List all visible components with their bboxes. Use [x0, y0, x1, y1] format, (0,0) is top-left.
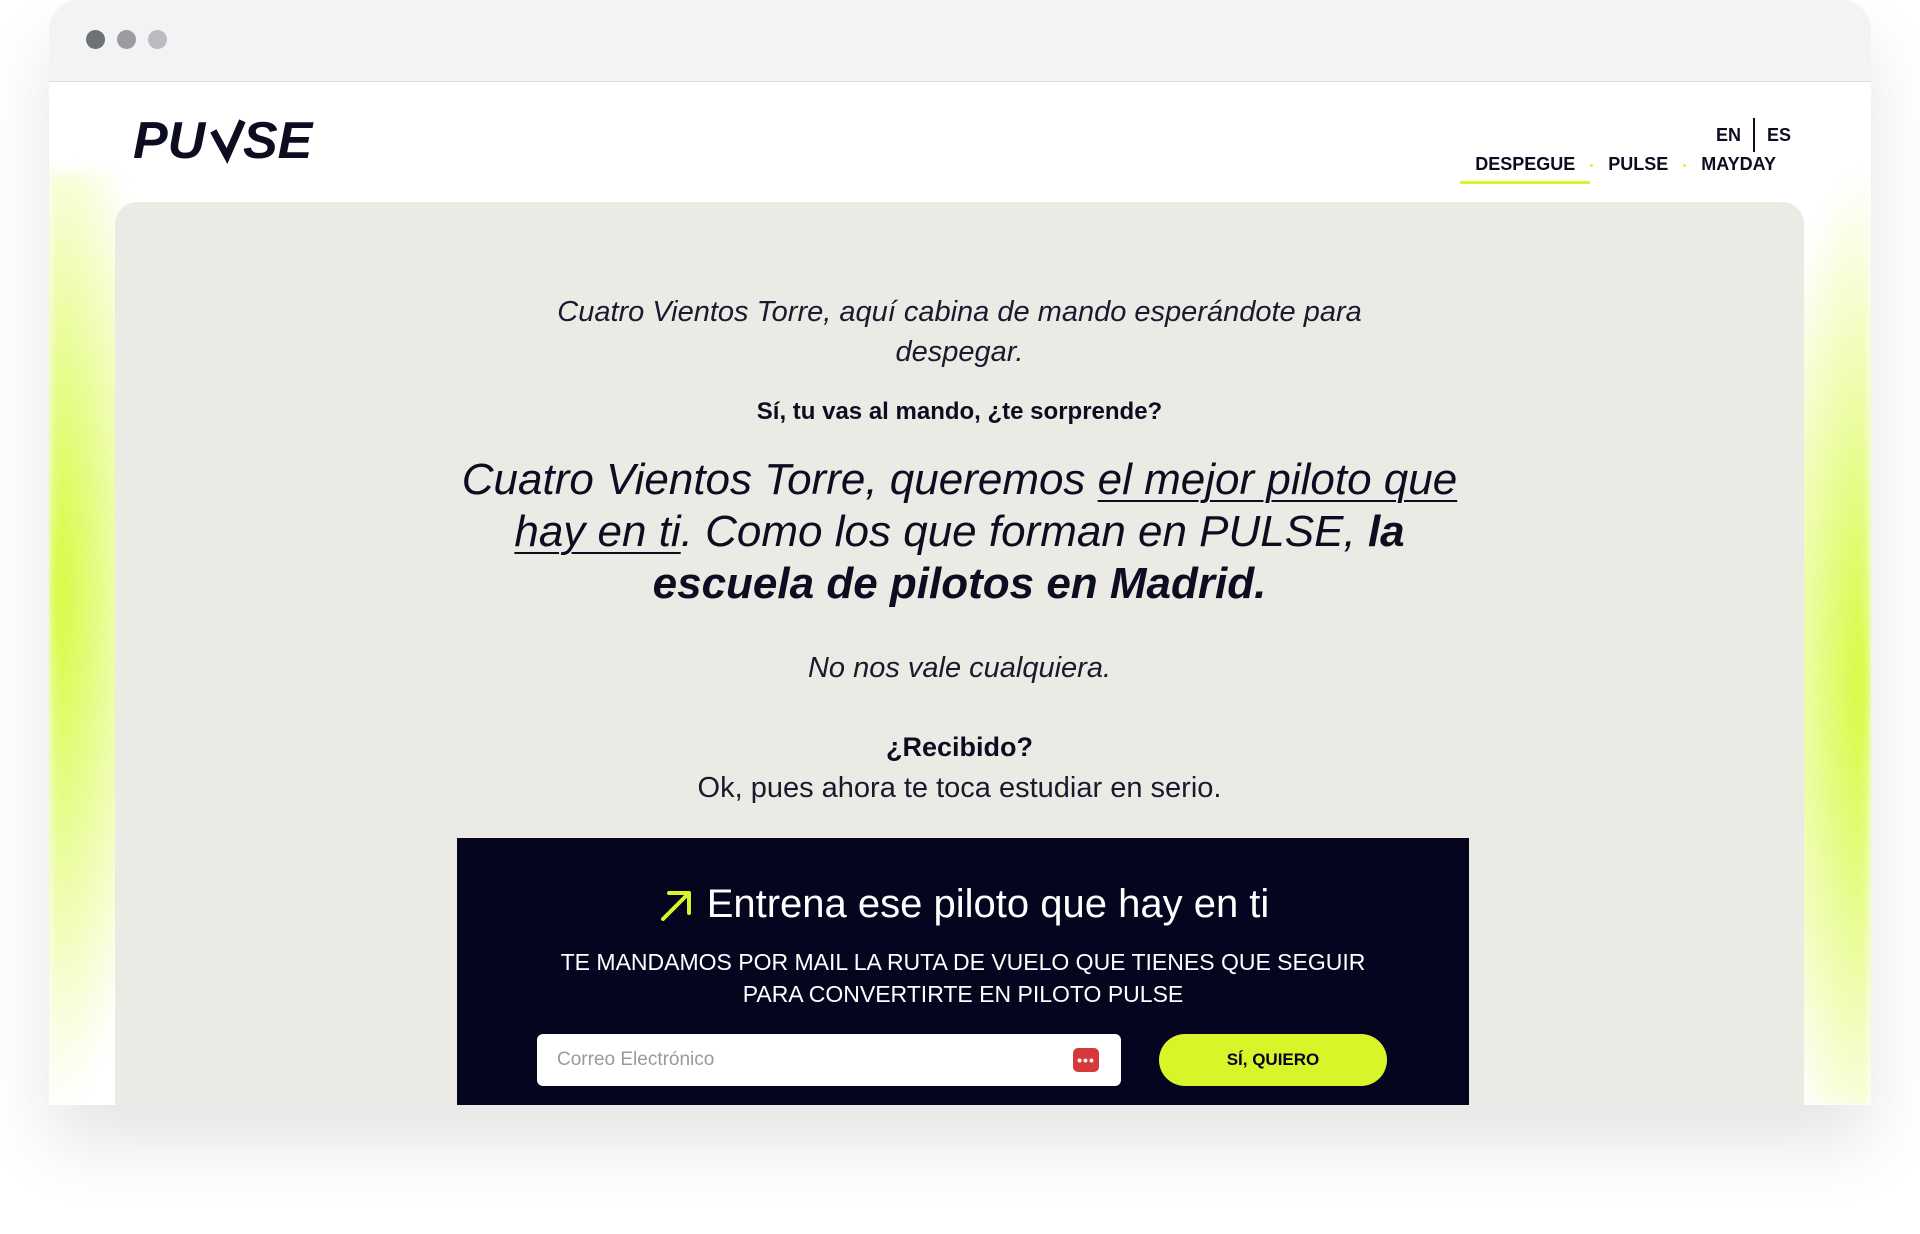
hero-recibido: ¿Recibido?	[886, 732, 1033, 762]
headline-part-2: . Como los que forman en PULSE,	[680, 507, 1368, 556]
window-maximize-dot[interactable]	[148, 30, 167, 49]
email-input[interactable]	[537, 1034, 1077, 1086]
headline-part-1: Cuatro Vientos Torre, queremos	[461, 455, 1098, 504]
browser-window: PU SE EN ES DESPEGUE PULSE MAYDAY Cuatro…	[49, 0, 1871, 1105]
subscribe-button[interactable]: SÍ, QUIERO	[1159, 1034, 1387, 1086]
hero-no-vale: No nos vale cualquiera.	[807, 652, 1112, 684]
window-close-dot[interactable]	[86, 30, 105, 49]
arrow-up-right-icon	[660, 890, 691, 921]
email-field-wrapper: •••	[537, 1034, 1121, 1086]
main-nav: DESPEGUE PULSE MAYDAY	[1460, 154, 1791, 184]
cta-subtitle: TE MANDAMOS POR MAIL LA RUTA DE VUELO QU…	[560, 949, 1366, 1007]
lang-en-link[interactable]: EN	[1716, 125, 1741, 146]
nav-item-pulse[interactable]: PULSE	[1593, 154, 1683, 184]
cta-title-row: Entrena ese piloto que hay en ti	[457, 882, 1469, 927]
password-manager-icon[interactable]: •••	[1073, 1048, 1099, 1072]
signup-cta-box: Entrena ese piloto que hay en ti TE MAND…	[457, 838, 1469, 1105]
lang-separator	[1752, 118, 1755, 152]
hero-estudiar: Ok, pues ahora te toca estudiar en serio…	[697, 772, 1222, 804]
hero-card: Cuatro Vientos Torre, aquí cabina de man…	[115, 202, 1804, 1105]
cta-title: Entrena ese piloto que hay en ti	[706, 882, 1270, 926]
window-minimize-dot[interactable]	[117, 30, 136, 49]
language-switcher: EN ES	[1716, 118, 1791, 152]
pulse-logo[interactable]: PU SE	[133, 112, 328, 168]
lang-es-link[interactable]: ES	[1767, 125, 1791, 146]
page: PU SE EN ES DESPEGUE PULSE MAYDAY Cuatro…	[49, 82, 1871, 1105]
svg-text:SE: SE	[243, 112, 314, 168]
svg-text:PU: PU	[133, 112, 207, 168]
hero-intro-text: Cuatro Vientos Torre, aquí cabina de man…	[557, 296, 1362, 368]
nav-item-mayday[interactable]: MAYDAY	[1686, 154, 1791, 184]
nav-item-despegue[interactable]: DESPEGUE	[1460, 154, 1591, 184]
browser-titlebar	[49, 0, 1871, 82]
hero-headline: Cuatro Vientos Torre, queremos el mejor …	[460, 454, 1460, 610]
hero-question: Sí, tu vas al mando, ¿te sorprende?	[756, 398, 1163, 425]
